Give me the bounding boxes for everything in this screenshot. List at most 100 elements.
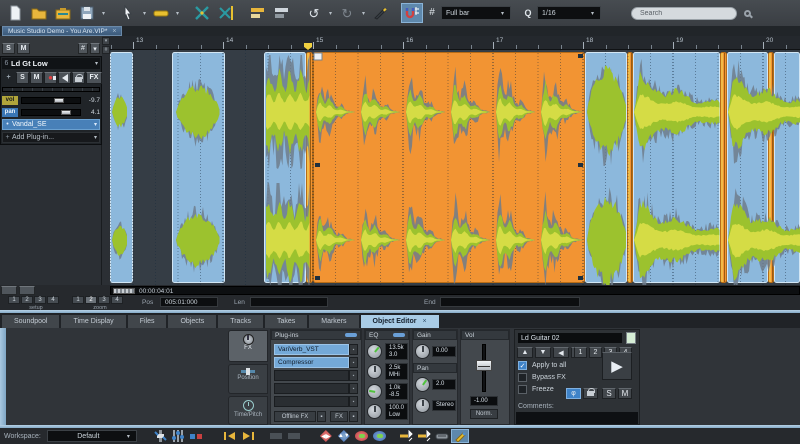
object-lock-button[interactable] xyxy=(583,388,598,399)
object-name-field[interactable]: Ld Guitar 02 xyxy=(517,332,623,344)
import-audio-icon[interactable] xyxy=(52,3,74,23)
panel-tab-object-editor[interactable]: Object Editor× xyxy=(361,315,439,328)
tracklist-grid-icon[interactable]: # xyxy=(78,43,88,54)
eq-band-2-knob[interactable] xyxy=(367,364,382,379)
document-close-icon[interactable]: × xyxy=(112,28,116,35)
quantize-value-dropdown[interactable]: 1/16▾ xyxy=(537,6,601,20)
stereo-width-knob[interactable] xyxy=(415,398,430,413)
object-editor-tab-fx[interactable]: FX xyxy=(228,330,268,362)
pan-slider[interactable] xyxy=(21,109,81,116)
eq-band-1-knob[interactable] xyxy=(367,344,382,359)
setup-button-1[interactable]: 1 xyxy=(8,296,20,304)
workspace-dropdown[interactable]: Default ▾ xyxy=(47,430,137,442)
eq-band-3-knob[interactable] xyxy=(367,384,382,399)
add-plugin-label[interactable]: Add Plug-in... xyxy=(12,134,92,141)
collapse-pill-icon[interactable] xyxy=(345,333,357,337)
move-vertical-mode-icon[interactable]: ▲▼ xyxy=(335,429,353,443)
redo-icon[interactable]: ↻ xyxy=(336,3,358,23)
comments-field[interactable] xyxy=(516,412,638,424)
stretch-down-icon[interactable] xyxy=(397,429,415,443)
scroll-corner-button-1[interactable] xyxy=(1,286,17,295)
object-next-track-button[interactable]: ▼ xyxy=(535,347,551,358)
panel-tab-takes[interactable]: Takes xyxy=(265,315,307,328)
bypass-fx-checkbox[interactable] xyxy=(518,373,527,382)
scroll-corner-button-2[interactable] xyxy=(19,286,35,295)
razor-icon[interactable] xyxy=(433,429,451,443)
ruler-grid-icon[interactable]: # xyxy=(102,46,110,54)
panel-tab-close-icon[interactable]: × xyxy=(422,318,426,325)
split-object-icon[interactable] xyxy=(215,3,237,23)
object-preset-button-1[interactable]: 1 xyxy=(574,347,587,358)
panel-tab-objects[interactable]: Objects xyxy=(168,315,216,328)
search-icon[interactable] xyxy=(744,10,751,17)
plugin-slot-caret-icon[interactable]: ▪ xyxy=(349,396,358,407)
plugin-slot-caret-icon[interactable]: ▪ xyxy=(349,383,358,394)
object-prev-button[interactable]: ◀ xyxy=(553,347,569,358)
track-menu-caret-icon[interactable]: ▾ xyxy=(93,60,100,67)
plugin-slot-name[interactable]: Vandal_SE xyxy=(12,121,92,128)
object-editor-tab-timepitch[interactable]: Time/Pitch xyxy=(228,396,268,425)
track-name[interactable]: Ld Gt Low xyxy=(11,59,93,68)
scrollbar-thumb[interactable] xyxy=(113,288,135,294)
left-edge-strip[interactable] xyxy=(0,328,6,425)
plugin-slot-caret-icon[interactable]: ▪ xyxy=(349,357,358,368)
offline-fx-caret-icon[interactable]: ▪ xyxy=(317,411,326,422)
fx-chain-caret-icon[interactable]: ▪ xyxy=(349,411,358,422)
panel-tab-soundpool[interactable]: Soundpool xyxy=(2,315,59,328)
volume-fader-thumb[interactable] xyxy=(476,360,492,371)
pos-field[interactable]: 005:01:000 xyxy=(160,297,218,307)
plugin-slot-2[interactable]: Compressor▪ xyxy=(274,357,358,368)
redo-caret-icon[interactable]: ▾ xyxy=(360,10,367,17)
grid-icon[interactable]: # xyxy=(425,3,439,23)
plugin-slot-4[interactable]: ▪ xyxy=(274,383,358,394)
fx-chain-button[interactable]: FX xyxy=(330,411,348,422)
object-prev-track-button[interactable]: ▲ xyxy=(517,347,533,358)
track-lanes-icon[interactable] xyxy=(271,3,293,23)
plugin-power-icon[interactable]: • xyxy=(3,121,12,128)
plugin-slot-3[interactable]: ▪ xyxy=(274,370,358,381)
plugin-caret-icon[interactable]: ▾ xyxy=(92,121,99,128)
arrange-area[interactable] xyxy=(110,50,800,285)
search-input[interactable] xyxy=(631,7,737,20)
freeze-checkbox[interactable] xyxy=(518,385,527,394)
save-icon[interactable] xyxy=(76,3,98,23)
normalize-button[interactable]: Norm. xyxy=(470,409,498,419)
panel-tab-files[interactable]: Files xyxy=(128,315,167,328)
object-solo-button[interactable]: S xyxy=(602,388,616,399)
object-lanes-icon[interactable] xyxy=(247,3,269,23)
apply-to-all-checkbox[interactable]: ✓ xyxy=(518,361,527,370)
snap-magnet-icon[interactable] xyxy=(401,3,423,23)
track-solo-button[interactable]: S xyxy=(16,72,29,84)
object-mode-red-icon[interactable] xyxy=(353,429,371,443)
zoom-button-1[interactable]: 1 xyxy=(72,296,84,304)
track-fader-icon[interactable] xyxy=(151,429,169,443)
panel-tab-tracks[interactable]: Tracks xyxy=(218,315,263,328)
jump-object-start-icon[interactable] xyxy=(221,429,239,443)
zoom-button-3[interactable]: 3 xyxy=(98,296,110,304)
plugin-slot-1[interactable]: VariVerb_VST▪ xyxy=(274,344,358,355)
all-solo-button[interactable]: S xyxy=(2,43,15,54)
panel-tab-time-display[interactable]: Time Display xyxy=(61,315,125,328)
plugin-slot-5[interactable]: ▪ xyxy=(274,396,358,407)
pan-knob[interactable] xyxy=(415,377,430,392)
eq-band-4-knob[interactable] xyxy=(367,404,382,419)
timeline-ruler[interactable]: 1314151617181920 xyxy=(110,36,800,50)
cut-icon[interactable] xyxy=(191,3,213,23)
cursor-tool-icon[interactable] xyxy=(117,3,139,23)
collapse-pill-icon[interactable] xyxy=(393,333,405,337)
object-mode-blue-icon[interactable] xyxy=(371,429,389,443)
track-mute-button[interactable]: M xyxy=(30,72,43,84)
object-play-button[interactable]: ▶ xyxy=(602,352,632,380)
offline-fx-button[interactable]: Offline FX xyxy=(274,411,316,422)
save-caret-icon[interactable]: ▾ xyxy=(100,10,107,17)
object-pin-button[interactable]: φ xyxy=(566,388,581,399)
track-add-button[interactable]: + xyxy=(2,72,15,84)
object-mute-button[interactable]: M xyxy=(618,388,632,399)
snap-value-dropdown[interactable]: Full bar▾ xyxy=(441,6,511,20)
move-horizontal-mode-icon[interactable]: ◀▶ xyxy=(317,429,335,443)
setup-button-3[interactable]: 3 xyxy=(34,296,46,304)
plugin-slot-caret-icon[interactable]: ▪ xyxy=(349,370,358,381)
ruler-mode-caret-icon[interactable]: ▾ xyxy=(102,37,110,45)
tracklist-menu-caret-icon[interactable]: ▾ xyxy=(90,43,100,54)
track-lock-button[interactable] xyxy=(72,72,85,84)
